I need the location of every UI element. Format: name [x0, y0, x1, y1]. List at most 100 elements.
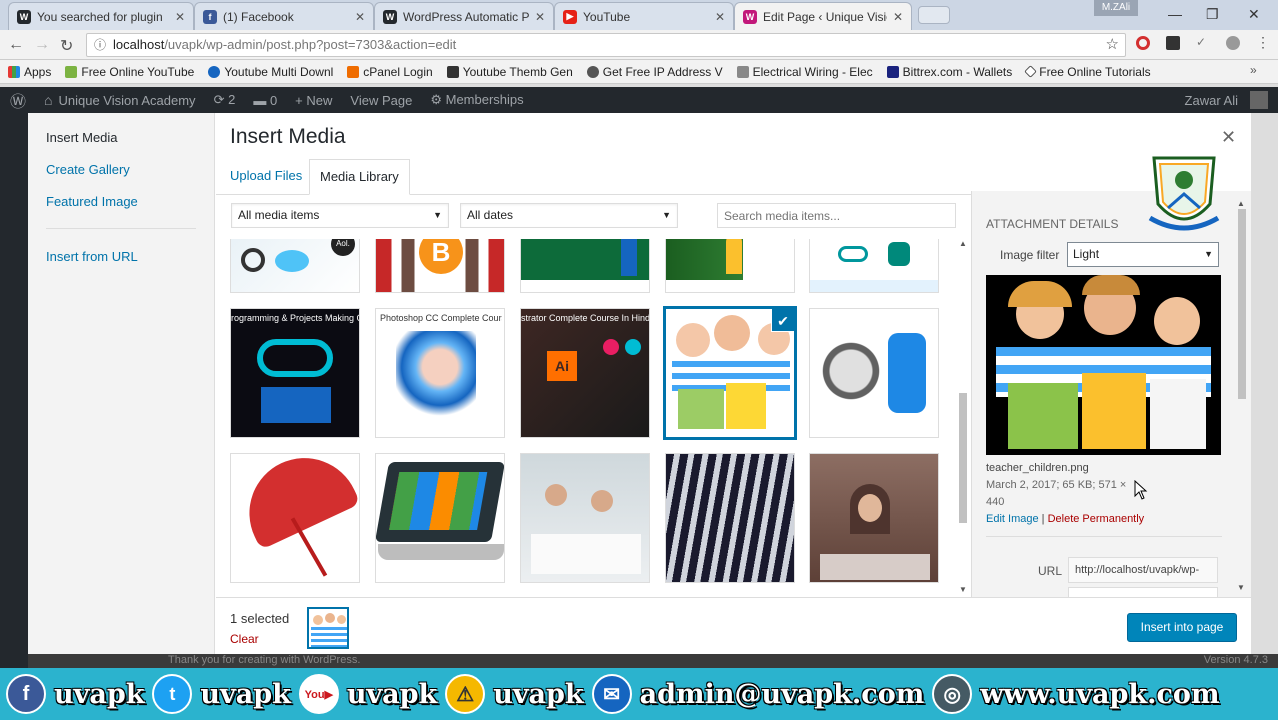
media-thumbnail[interactable]: B: [375, 239, 505, 293]
scroll-down-icon[interactable]: ▼: [959, 585, 967, 594]
avatar[interactable]: [1250, 91, 1268, 109]
menu-featured-image[interactable]: Featured Image: [46, 194, 138, 209]
browser-tab[interactable]: W You searched for plugin ✕: [8, 2, 194, 30]
media-thumbnail[interactable]: Aol.: [230, 239, 360, 293]
info-icon[interactable]: ⓘ: [94, 34, 106, 56]
edit-image-link[interactable]: Edit Image: [986, 513, 1039, 525]
tab-upload-files[interactable]: Upload Files: [220, 159, 312, 195]
site-name[interactable]: Unique Vision Academy: [58, 93, 195, 108]
reload-icon[interactable]: ↻: [60, 36, 73, 56]
updates-icon[interactable]: ⟳ 2: [214, 92, 236, 108]
media-thumbnail[interactable]: [665, 453, 795, 583]
image-filter-select[interactable]: Light ▼: [1067, 242, 1219, 267]
window-close-icon[interactable]: ✕: [1248, 6, 1260, 23]
email-icon[interactable]: ✉: [591, 674, 632, 714]
url-input[interactable]: ⓘ localhost/uvapk/wp-admin/post.php?post…: [86, 33, 1126, 57]
media-thumbnail[interactable]: [520, 239, 650, 293]
bookmark-item[interactable]: Free Online Tutorials: [1024, 65, 1151, 79]
memberships-menu[interactable]: ⚙ Memberships: [430, 92, 523, 108]
wordpress-logo-icon[interactable]: Ⓦ: [10, 88, 26, 112]
warning-icon[interactable]: ⚠: [445, 674, 486, 714]
profile-badge[interactable]: M.ZAli: [1094, 0, 1138, 16]
selected-thumbnail[interactable]: [307, 607, 349, 649]
comments-icon[interactable]: ▬ 0: [253, 93, 277, 108]
close-icon[interactable]: ✕: [175, 10, 185, 24]
view-page-link[interactable]: View Page: [350, 93, 412, 108]
star-icon[interactable]: ☆: [1106, 34, 1119, 56]
minimize-icon[interactable]: —: [1168, 6, 1182, 22]
media-thumbnail[interactable]: [665, 239, 795, 293]
bookmark-item[interactable]: Youtube Themb Gen: [446, 65, 573, 79]
media-thumbnail[interactable]: [809, 239, 939, 293]
globe-icon[interactable]: ◎: [932, 674, 973, 714]
close-icon[interactable]: ✕: [715, 10, 725, 24]
menu-insert-from-url[interactable]: Insert from URL: [46, 249, 138, 264]
forward-icon[interactable]: →: [34, 36, 50, 54]
tab-media-library[interactable]: Media Library: [309, 159, 410, 195]
back-icon[interactable]: ←: [8, 36, 24, 54]
bookmark-item[interactable]: Electrical Wiring - Elec: [736, 65, 873, 79]
chevron-down-icon: ▼: [1204, 249, 1213, 259]
media-thumbnail[interactable]: [375, 453, 505, 583]
desk-image: [820, 554, 930, 580]
bookmark-item[interactable]: Free Online YouTube: [65, 65, 194, 79]
close-icon[interactable]: ✕: [893, 10, 903, 24]
menu-icon[interactable]: ⋮: [1256, 34, 1270, 51]
date-select[interactable]: All dates ▼: [460, 203, 678, 228]
browser-tab[interactable]: f (1) Facebook ✕: [194, 2, 374, 30]
book-image: [678, 389, 724, 429]
extension-icon[interactable]: [1226, 36, 1240, 50]
url-field[interactable]: [1068, 557, 1218, 583]
menu-create-gallery[interactable]: Create Gallery: [46, 162, 130, 177]
menu-insert-media[interactable]: Insert Media: [46, 130, 118, 145]
close-icon[interactable]: ✕: [1221, 127, 1236, 148]
child-face: [676, 323, 710, 357]
bookmark-item[interactable]: Get Free IP Address V: [586, 65, 723, 79]
twitter-icon[interactable]: t: [152, 674, 193, 714]
scroll-up-icon[interactable]: ▲: [1237, 199, 1245, 208]
media-thumbnail-selected[interactable]: ✔: [663, 306, 797, 440]
delete-permanently-link[interactable]: Delete Permanently: [1048, 513, 1145, 525]
extension-icon[interactable]: [1166, 36, 1180, 50]
media-toolbar: 1 selected Clear Insert into page: [216, 597, 1251, 654]
more-bookmarks-icon[interactable]: »: [1250, 63, 1257, 77]
media-thumbnail[interactable]: [809, 308, 939, 438]
insert-into-page-button[interactable]: Insert into page: [1127, 613, 1237, 642]
bookmark-item[interactable]: Youtube Multi Downl: [208, 65, 333, 79]
new-tab-button[interactable]: [918, 6, 950, 24]
media-thumbnail[interactable]: [520, 453, 650, 583]
chevron-down-icon: ▼: [433, 210, 442, 220]
title-field[interactable]: [1068, 587, 1218, 597]
scroll-thumb[interactable]: [1238, 209, 1246, 399]
browser-tab-active[interactable]: W Edit Page ‹ Unique Vision ✕: [734, 2, 912, 30]
opera-icon[interactable]: [1136, 36, 1150, 50]
search-input[interactable]: [717, 203, 956, 228]
social-handle: uvapk: [346, 678, 438, 710]
maximize-icon[interactable]: ❐: [1206, 6, 1219, 23]
media-thumbnail[interactable]: Photoshop CC Complete Course: [375, 308, 505, 438]
facebook-icon[interactable]: f: [6, 674, 46, 714]
media-thumbnail[interactable]: [809, 453, 939, 583]
close-icon[interactable]: ✕: [535, 10, 545, 24]
scroll-thumb[interactable]: [959, 393, 967, 523]
media-thumbnail[interactable]: rogramming & Projects Making Comp: [230, 308, 360, 438]
browser-tab[interactable]: ▶ YouTube ✕: [554, 2, 734, 30]
check-icon[interactable]: ✔: [771, 309, 794, 332]
bookmark-item[interactable]: Apps: [8, 65, 51, 79]
bookmark-item[interactable]: Bittrex.com - Wallets: [886, 65, 1012, 79]
close-icon[interactable]: ✕: [355, 10, 365, 24]
scroll-down-icon[interactable]: ▼: [1237, 583, 1245, 592]
face-splash-image: [396, 331, 476, 421]
grid-scrollbar[interactable]: ▲ ▼: [956, 239, 970, 597]
youtube-icon[interactable]: You▶: [298, 674, 339, 714]
browser-tab[interactable]: W WordPress Automatic Pl ✕: [374, 2, 554, 30]
clear-selection-link[interactable]: Clear: [230, 632, 259, 646]
check-icon[interactable]: ✓: [1196, 35, 1206, 49]
new-menu[interactable]: + New: [295, 93, 332, 108]
media-type-select[interactable]: All media items ▼: [231, 203, 449, 228]
bookmark-item[interactable]: cPanel Login: [347, 65, 433, 79]
scroll-up-icon[interactable]: ▲: [959, 239, 967, 248]
user-name[interactable]: Zawar Ali: [1185, 93, 1238, 108]
media-thumbnail[interactable]: [230, 453, 360, 583]
media-thumbnail[interactable]: strator Complete Course In Hindi Urdu Ai: [520, 308, 650, 438]
